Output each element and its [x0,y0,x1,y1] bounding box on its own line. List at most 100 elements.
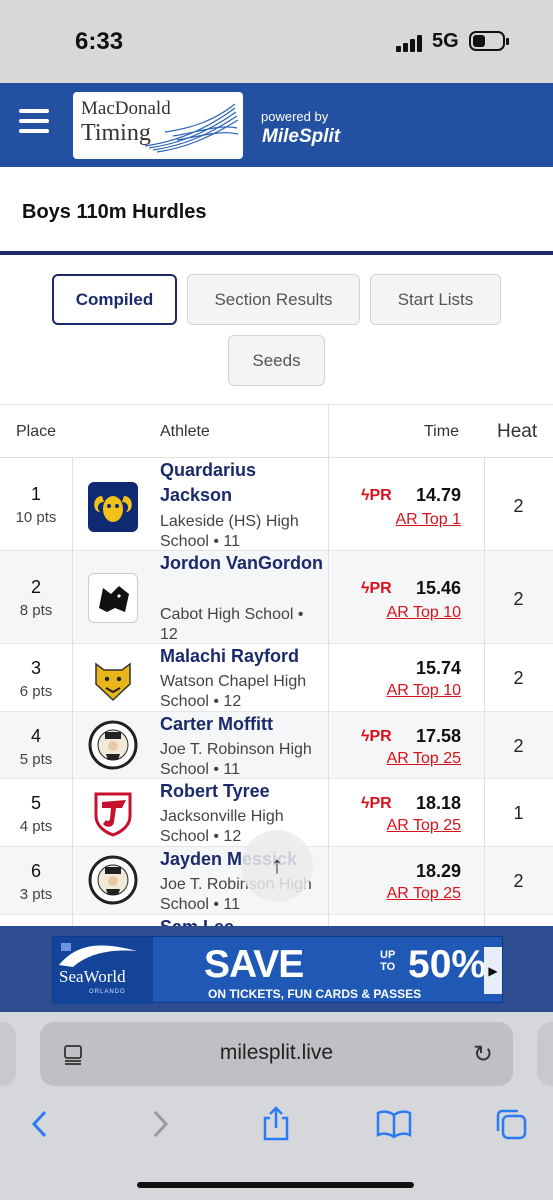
column-divider [72,458,73,926]
heat-number: 2 [513,871,524,891]
seaworld-logo: SeaWorld ORLANDO [53,937,153,1004]
athlete-name[interactable]: Quardarius Jackson [160,458,325,508]
network-label: 5G [432,30,459,52]
tab-section-results[interactable]: Section Results [187,274,360,325]
place-number: 5 [30,793,41,813]
column-divider [484,458,485,926]
scroll-to-top-button[interactable]: ↑ [241,830,313,902]
tabs-icon[interactable] [491,1104,531,1144]
result-time: 15.46 [415,578,461,598]
ad-to: TO [380,961,396,973]
heat-number: 2 [513,496,524,516]
senator-icon [88,855,138,905]
share-icon[interactable] [256,1104,296,1144]
athlete-name[interactable]: Jordon VanGordon [160,551,325,576]
track-icon [144,103,239,153]
athlete-school: Watson Chapel High School • 12 [160,673,307,710]
table-row[interactable]: Sam Lee [0,915,553,926]
ar-rank-link[interactable]: AR Top 10 [387,604,461,622]
pr-badge: ϟPR [361,487,392,504]
ar-rank-link[interactable]: AR Top 25 [387,817,461,835]
place-points: 10 pts [15,509,57,526]
ad-banner-band: SeaWorld ORLANDO SAVE UP TO 50% ON TICKET… [0,926,553,1012]
place-number: 2 [30,577,41,597]
result-time: 15.74 [415,658,461,678]
athlete-school: Cabot High School • 12 [160,606,304,643]
ar-rank-link[interactable]: AR Top 25 [387,750,461,768]
next-tab-peek[interactable] [537,1022,553,1086]
header-place: Place [16,423,57,440]
play-icon[interactable]: ▶ [484,947,502,994]
header-heat: Heat [497,421,538,442]
home-indicator [137,1182,414,1188]
table-row[interactable]: 4 5 pts Carter Moffitt Joe T. Robinson Hi… [0,712,553,779]
place-points: 6 pts [19,683,53,700]
reload-icon[interactable]: ↻ [473,1040,493,1069]
athlete-name[interactable]: Carter Moffitt [160,712,325,737]
j-shield-icon [88,788,138,838]
browser-toolbar: milesplit.live ↻ [0,1012,553,1200]
athlete-school: Lakeside (HS) High School • 11 [160,513,299,550]
header-time: Time [424,423,459,440]
ram-icon [88,482,138,532]
pr-label: PR [369,580,392,597]
pr-label: PR [369,487,392,504]
table-row[interactable]: 2 8 pts Jordon VanGordon Cabot High Schoo… [0,551,553,644]
pr-label: PR [369,728,392,745]
ar-rank-link[interactable]: AR Top 1 [395,511,461,529]
ad-subline: ON TICKETS, FUN CARDS & PASSES [208,987,422,1001]
table-header: Place Athlete Time Heat [0,404,553,458]
address-bar[interactable]: milesplit.live ↻ [40,1022,513,1086]
place-number: 1 [30,484,41,504]
result-time: 18.18 [415,793,461,813]
powered-by-label: powered by [261,109,329,124]
place-points: 8 pts [19,602,53,619]
athlete-name[interactable]: Robert Tyree [160,779,325,804]
battery-icon [469,31,509,51]
senator-icon [88,720,138,770]
url-text[interactable]: milesplit.live [40,1041,513,1065]
previous-tab-peek[interactable] [0,1022,16,1086]
menu-icon[interactable] [19,109,49,133]
pr-badge: ϟPR [361,728,392,745]
tab-seeds[interactable]: Seeds [228,335,325,386]
ar-rank-link[interactable]: AR Top 25 [387,885,461,903]
ad-location: ORLANDO [89,989,126,995]
table-row[interactable]: 1 10 pts Quardarius Jackson Lakeside (HS)… [0,458,553,551]
result-time: 18.29 [415,861,461,881]
logo-line2: Timing [81,120,151,146]
panther-icon [88,573,138,623]
wildcat-icon [88,654,138,704]
athlete-name[interactable]: Malachi Rayford [160,644,325,669]
status-bar: 6:33 5G [0,0,553,83]
ad-percent: 50% [408,943,487,986]
ad-brand: SeaWorld [59,967,126,986]
site-logo[interactable]: MacDonald Timing [73,92,243,159]
result-time: 17.58 [415,726,461,746]
tab-start-lists[interactable]: Start Lists [370,274,501,325]
place-number: 6 [30,861,41,881]
pr-label: PR [369,795,392,812]
place-points: 5 pts [19,751,53,768]
bookmarks-icon[interactable] [374,1104,414,1144]
athlete-school: Joe T. Robinson High School • 11 [160,741,312,778]
back-icon[interactable] [20,1104,60,1144]
forward-icon[interactable] [140,1104,180,1144]
tab-compiled[interactable]: Compiled [52,274,177,325]
place-number: 3 [30,658,41,678]
place-points: 3 pts [19,886,53,903]
milesplit-logo[interactable]: MileSplit [262,126,340,148]
place-points: 4 pts [19,818,53,835]
seaworld-ad[interactable]: SeaWorld ORLANDO SAVE UP TO 50% ON TICKET… [52,936,503,1004]
header-athlete: Athlete [160,423,210,440]
athlete-name[interactable]: Sam Lee [160,915,325,926]
ar-rank-link[interactable]: AR Top 10 [387,682,461,700]
table-row[interactable]: 3 6 pts Malachi Rayford Watson Chapel Hig… [0,644,553,712]
column-divider [328,404,329,926]
heat-number: 2 [513,668,524,688]
results-tabs: Compiled Section Results Start Lists See… [0,258,553,403]
event-title-bar: Boys 110m Hurdles [0,167,553,255]
ad-up: UP [380,949,396,961]
site-header: MacDonald Timing powered by MileSplit [0,83,553,167]
ad-upto: UP TO [380,949,395,973]
